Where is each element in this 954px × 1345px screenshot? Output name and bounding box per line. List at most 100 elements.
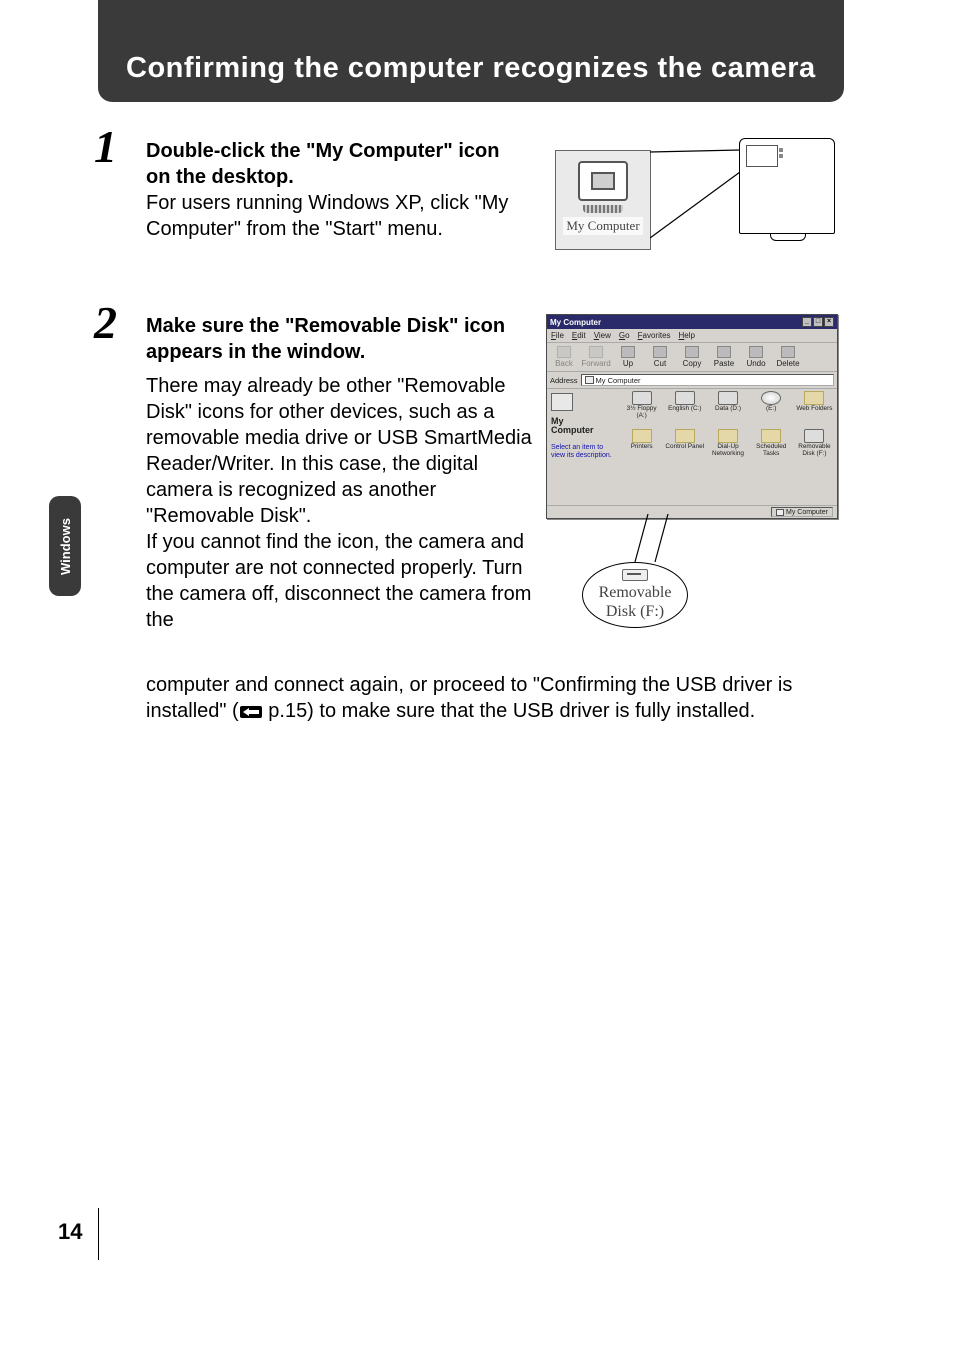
page-reference-icon xyxy=(239,705,263,719)
callout-line2: Disk (F:) xyxy=(606,603,664,621)
toolbar-cut-label: Cut xyxy=(654,359,666,368)
win98-menubar: File Edit View Go Favorites Help xyxy=(547,329,837,343)
side-tab-label: Windows xyxy=(58,518,73,575)
address-field[interactable]: My Computer xyxy=(581,374,834,386)
step-1-text: For users running Windows XP, click "My … xyxy=(146,192,508,240)
web-folders[interactable]: Web Folders xyxy=(794,391,835,429)
step-2-body: Make sure the "Removable Disk" icon appe… xyxy=(146,313,538,633)
title-bar-overhang xyxy=(98,0,844,34)
illustration-mycomputer-window: My Computer _ □ × File Edit View Go Favo… xyxy=(546,314,838,639)
my-computer-icon-label: My Computer xyxy=(563,217,642,235)
win98-titlebar: My Computer _ □ × xyxy=(547,315,837,329)
win98-window: My Computer _ □ × File Edit View Go Favo… xyxy=(546,314,838,519)
win98-addressbar: Address My Computer xyxy=(547,372,837,389)
drive-d-label: Data (D:) xyxy=(715,406,741,413)
cut-icon xyxy=(653,346,667,358)
step-1-number: 1 xyxy=(94,120,117,173)
toolbar-paste[interactable]: Paste xyxy=(711,346,737,368)
removable-disk-f[interactable]: Removable Disk (F:) xyxy=(794,429,835,467)
printers-label: Printers xyxy=(631,444,653,451)
desktop-monitor-icon xyxy=(739,138,835,234)
statusbar-text: My Computer xyxy=(786,509,828,516)
minimize-button[interactable]: _ xyxy=(802,317,812,327)
dialup-networking-label: Dial-Up Networking xyxy=(707,444,748,457)
statusbar-icon xyxy=(776,509,784,516)
win98-toolbar: Back Forward Up Cut Copy Paste Undo Dele… xyxy=(547,343,837,372)
toolbar-copy[interactable]: Copy xyxy=(679,346,705,368)
folder-icon xyxy=(632,429,652,443)
page: Confirming the computer recognizes the c… xyxy=(0,0,954,1345)
toolbar-up-label: Up xyxy=(623,359,633,368)
desktop-monitor-stand xyxy=(770,233,806,241)
drive-e[interactable]: (E:) xyxy=(751,391,792,429)
toolbar-up[interactable]: Up xyxy=(615,346,641,368)
step-2-tail-after: p.15) to make sure that the USB driver i… xyxy=(263,700,755,722)
floppy-icon xyxy=(632,391,652,405)
folder-icon xyxy=(804,391,824,405)
toolbar-back[interactable]: Back xyxy=(551,346,577,368)
undo-icon xyxy=(749,346,763,358)
cd-icon xyxy=(761,391,781,405)
step-1-heading: Double-click the "My Computer" icon on t… xyxy=(146,140,499,188)
menu-go[interactable]: Go xyxy=(619,331,630,340)
toolbar-cut[interactable]: Cut xyxy=(647,346,673,368)
toolbar-undo[interactable]: Undo xyxy=(743,346,769,368)
toolbar-copy-label: Copy xyxy=(683,359,702,368)
statusbar-chip: My Computer xyxy=(771,507,833,517)
win98-drive-grid: 3½ Floppy (A:) English (C:) Data (D:) (E… xyxy=(621,389,837,511)
toolbar-delete[interactable]: Delete xyxy=(775,346,801,368)
toolbar-undo-label: Undo xyxy=(746,359,765,368)
callout-line1: Removable xyxy=(599,584,672,602)
control-panel[interactable]: Control Panel xyxy=(664,429,705,467)
up-icon xyxy=(621,346,635,358)
page-number: 14 xyxy=(58,1219,82,1245)
scheduled-tasks[interactable]: Scheduled Tasks xyxy=(751,429,792,467)
paste-icon xyxy=(717,346,731,358)
maximize-button[interactable]: □ xyxy=(813,317,823,327)
back-icon xyxy=(557,346,571,358)
menu-view[interactable]: View xyxy=(594,331,611,340)
folder-icon xyxy=(718,429,738,443)
win98-body: My Computer Select an item to view its d… xyxy=(547,389,837,511)
step-2-tail: computer and connect again, or proceed t… xyxy=(146,672,836,724)
removable-disk-icon xyxy=(804,429,824,443)
toolbar-paste-label: Paste xyxy=(714,359,734,368)
step-2-para2: If you cannot find the icon, the camera … xyxy=(146,531,531,631)
step-2-heading: Make sure the "Removable Disk" icon appe… xyxy=(146,315,505,363)
zoom-lines xyxy=(650,138,750,248)
removable-disk-f-label: Removable Disk (F:) xyxy=(794,444,835,457)
side-tab-windows: Windows xyxy=(49,496,81,596)
close-button[interactable]: × xyxy=(824,317,834,327)
step-1-body: Double-click the "My Computer" icon on t… xyxy=(146,138,526,242)
drive-floppy[interactable]: 3½ Floppy (A:) xyxy=(621,391,662,429)
drive-c[interactable]: English (C:) xyxy=(664,391,705,429)
my-computer-icon-box: My Computer xyxy=(555,150,651,250)
callout-removable-icon xyxy=(622,569,648,581)
hdd-icon xyxy=(675,391,695,405)
menu-file[interactable]: File xyxy=(551,331,564,340)
toolbar-delete-label: Delete xyxy=(776,359,799,368)
desktop-monitor-window xyxy=(746,145,778,167)
address-value: My Computer xyxy=(596,376,641,385)
drive-floppy-label: 3½ Floppy (A:) xyxy=(621,406,662,419)
menu-edit[interactable]: Edit xyxy=(572,331,586,340)
drive-e-label: (E:) xyxy=(766,406,776,413)
address-label: Address xyxy=(550,376,578,385)
left-pane-icon xyxy=(551,393,573,411)
menu-favorites[interactable]: Favorites xyxy=(638,331,671,340)
my-computer-icon xyxy=(578,161,628,201)
page-title: Confirming the computer recognizes the c… xyxy=(126,52,816,85)
step-2-para1: There may already be other "Removable Di… xyxy=(146,375,532,527)
win98-title-text: My Computer xyxy=(550,318,601,327)
my-computer-icon-base xyxy=(583,205,623,213)
printers[interactable]: Printers xyxy=(621,429,662,467)
left-pane-name-2: Computer xyxy=(551,425,594,435)
win98-left-pane: My Computer Select an item to view its d… xyxy=(547,389,621,511)
menu-help[interactable]: Help xyxy=(679,331,695,340)
drive-d[interactable]: Data (D:) xyxy=(707,391,748,429)
toolbar-forward-label: Forward xyxy=(581,359,610,368)
control-panel-label: Control Panel xyxy=(665,444,704,451)
delete-icon xyxy=(781,346,795,358)
toolbar-forward[interactable]: Forward xyxy=(583,346,609,368)
dialup-networking[interactable]: Dial-Up Networking xyxy=(707,429,748,467)
